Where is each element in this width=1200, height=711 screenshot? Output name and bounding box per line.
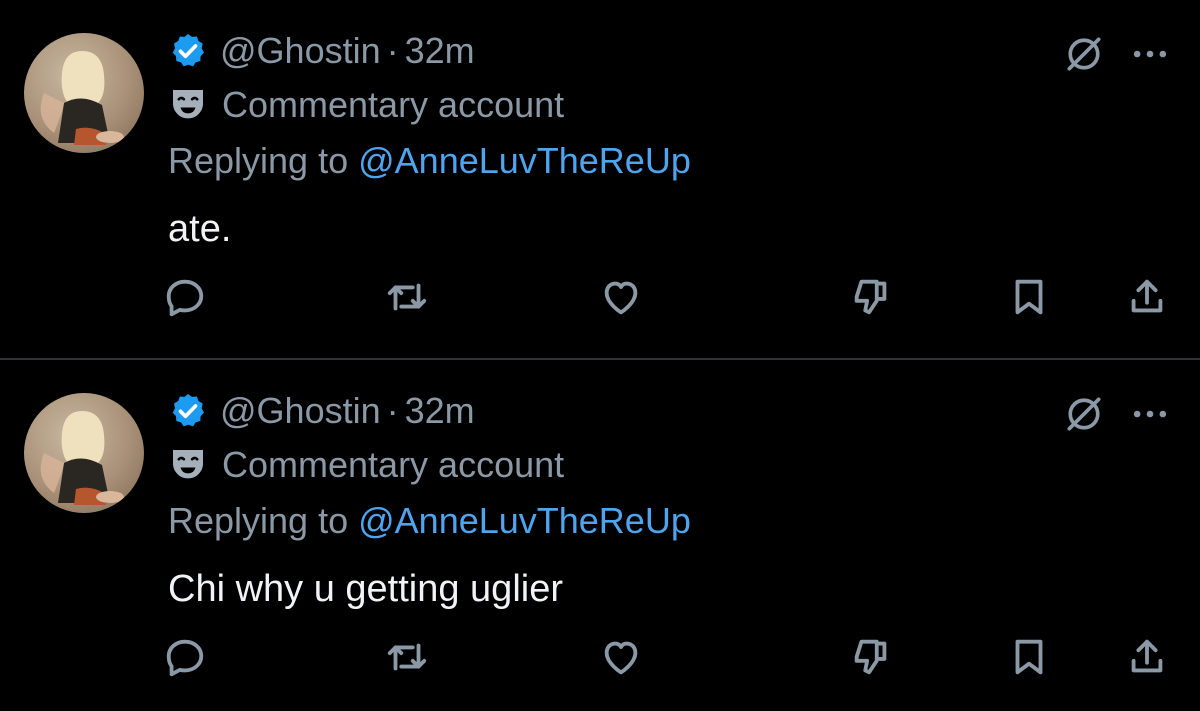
separator: · <box>386 30 399 71</box>
verified-badge-icon <box>172 394 204 427</box>
account-label-text: Commentary account <box>222 444 565 485</box>
retweet-icon <box>387 643 427 671</box>
reply-button[interactable] <box>162 634 208 680</box>
action-bar <box>0 634 1200 682</box>
verified-badge-icon <box>172 34 204 67</box>
like-button[interactable] <box>598 274 644 320</box>
bookmark-button[interactable] <box>1006 274 1052 320</box>
tweet[interactable]: @Ghostin · 32m Commentary account Replyi… <box>0 360 1200 711</box>
dislike-icon <box>854 639 887 675</box>
replying-handle-link[interactable]: @AnneLuvTheReUp <box>358 140 691 182</box>
avatar[interactable] <box>24 393 144 513</box>
tweet-time[interactable]: 32m <box>405 390 475 432</box>
tweet-time[interactable]: 32m <box>405 30 475 72</box>
account-label: Commentary account <box>168 82 564 128</box>
theater-mask-icon <box>173 450 203 479</box>
tweet-header: @Ghostin · 32m <box>168 28 475 74</box>
more-icon[interactable] <box>1128 32 1172 76</box>
share-icon <box>1131 639 1163 673</box>
share-button[interactable] <box>1124 634 1170 680</box>
grok-icon[interactable] <box>1062 32 1106 76</box>
retweet-button[interactable] <box>384 274 430 320</box>
dislike-icon <box>854 279 887 315</box>
dislike-button[interactable] <box>848 634 894 680</box>
replying-to: Replying to @AnneLuvTheReUp <box>168 138 691 184</box>
author-handle[interactable]: @Ghostin <box>220 30 381 72</box>
action-bar <box>0 274 1200 322</box>
like-icon <box>604 641 638 675</box>
reply-icon <box>166 639 204 677</box>
share-icon <box>1131 279 1163 313</box>
theater-mask-icon <box>173 90 203 119</box>
like-icon <box>604 281 638 315</box>
bookmark-icon <box>1015 279 1043 315</box>
account-label: Commentary account <box>168 442 564 488</box>
tweet-header: @Ghostin · 32m <box>168 388 475 434</box>
dislike-button[interactable] <box>848 274 894 320</box>
retweet-button[interactable] <box>384 634 430 680</box>
tweet-text: Chi why u getting uglier <box>168 568 563 610</box>
replying-handle-link[interactable]: @AnneLuvTheReUp <box>358 500 691 542</box>
bookmark-button[interactable] <box>1006 634 1052 680</box>
author-handle[interactable]: @Ghostin <box>220 390 381 432</box>
like-button[interactable] <box>598 634 644 680</box>
avatar[interactable] <box>24 33 144 153</box>
reply-button[interactable] <box>162 274 208 320</box>
bookmark-icon <box>1015 639 1043 675</box>
retweet-icon <box>387 283 427 311</box>
replying-prefix: Replying to <box>168 500 349 541</box>
tweet[interactable]: @Ghostin · 32m Commentary account Replyi… <box>0 0 1200 358</box>
separator: · <box>386 390 399 431</box>
share-button[interactable] <box>1124 274 1170 320</box>
more-icon[interactable] <box>1128 392 1172 436</box>
replying-to: Replying to @AnneLuvTheReUp <box>168 498 691 544</box>
tweet-text: ate. <box>168 208 232 250</box>
account-label-text: Commentary account <box>222 84 565 125</box>
replying-prefix: Replying to <box>168 140 349 181</box>
grok-icon[interactable] <box>1062 392 1106 436</box>
reply-icon <box>166 279 204 317</box>
